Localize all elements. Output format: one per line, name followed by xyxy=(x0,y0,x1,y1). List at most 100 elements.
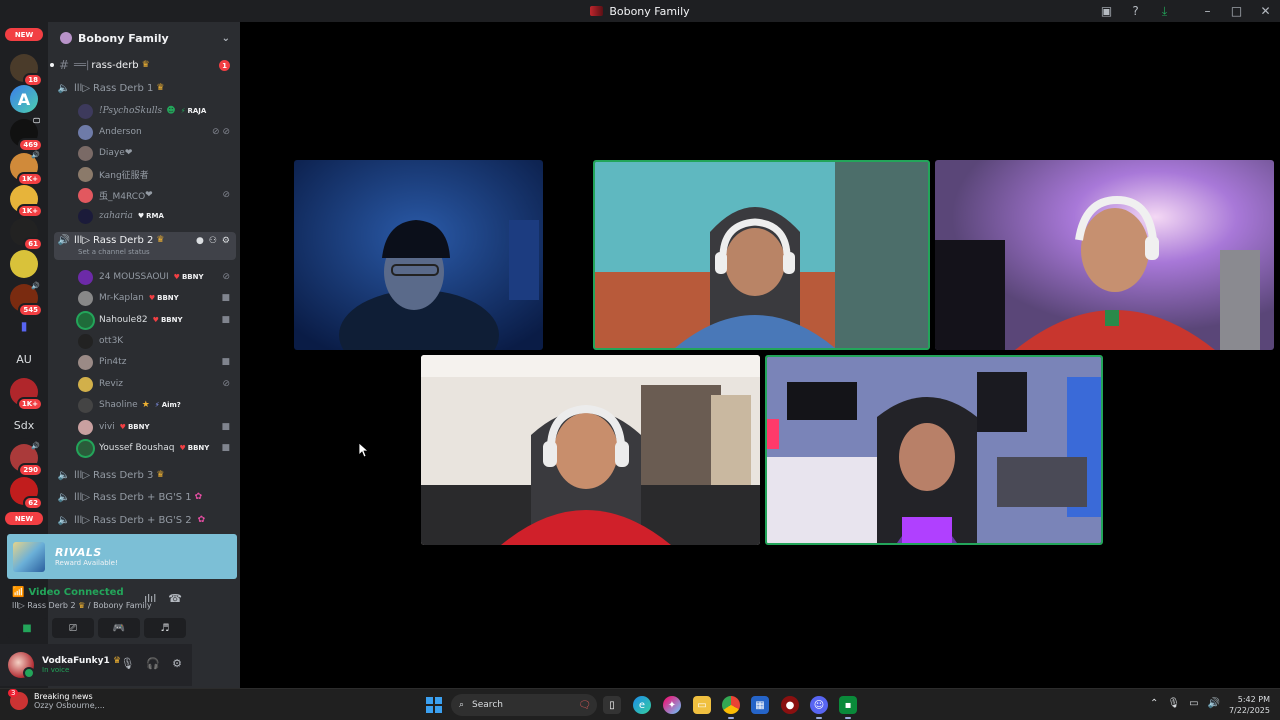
server-icon-13[interactable]: 62 xyxy=(10,477,43,510)
server-icon-12[interactable]: 🔊 290 xyxy=(10,442,43,477)
display-icon[interactable]: ▭ xyxy=(1189,698,1198,709)
voice-user[interactable]: Shaoline ★ ⚡ Aim? xyxy=(78,395,236,415)
server-icon-5[interactable]: 1K+ xyxy=(10,185,43,218)
inbox-icon[interactable]: ▣ xyxy=(1092,0,1121,22)
microphone-icon[interactable]: 🎙 xyxy=(120,657,134,670)
taskbar-search[interactable]: ⌕ Search 🗨 xyxy=(451,694,597,716)
server-icon-sdx[interactable]: Sdx xyxy=(10,411,38,439)
soundboard-button[interactable]: ♬ xyxy=(144,618,186,638)
store-icon[interactable]: ▦ xyxy=(751,696,769,714)
new-pill-top: NEW xyxy=(5,28,43,41)
video-feed xyxy=(294,160,543,350)
avatar xyxy=(78,290,93,306)
voice-user[interactable]: vivi ♥ BBNY ■ xyxy=(78,417,236,437)
file-explorer-icon[interactable]: ▭ xyxy=(693,696,711,714)
voice-user[interactable]: 24 MOUSSAOUI ♥ BBNY ⊘ xyxy=(78,267,236,287)
folder-icon[interactable]: ▮ xyxy=(10,312,38,340)
edge-icon[interactable]: e xyxy=(633,696,651,714)
activity-button[interactable]: 🎮 xyxy=(98,618,140,638)
video-tile[interactable] xyxy=(935,160,1274,350)
channel-status[interactable]: Set a channel status xyxy=(78,248,150,256)
disconnect-icon[interactable]: ☎ xyxy=(168,592,182,605)
microphone-icon[interactable]: 🎙 xyxy=(1167,698,1180,709)
video-feed xyxy=(935,160,1274,350)
voice-user[interactable]: Mr-Kaplan ♥ BBNY ■ xyxy=(78,288,236,308)
voice-user[interactable]: !PsychoSkulls ☻ ⚡ RAJA xyxy=(78,101,236,121)
server-icon-6[interactable]: 61 xyxy=(10,218,43,251)
news-widget[interactable]: 3 Breaking news Ozzy Osbourne,... xyxy=(8,689,105,710)
invite-icon[interactable]: ⚇ xyxy=(209,236,217,246)
video-feed xyxy=(767,357,1101,543)
server-icon-au[interactable]: AU xyxy=(10,345,38,373)
app-icon[interactable]: ● xyxy=(781,696,799,714)
gear-icon[interactable]: ⚙ xyxy=(222,236,230,246)
search-highlight-icon: 🗨 xyxy=(578,699,591,711)
voice-user[interactable]: Youssef Boushaq ♥ BBNY ■ xyxy=(78,438,236,458)
voice-user[interactable]: Diaye ❤ xyxy=(78,143,236,163)
chevron-up-icon[interactable]: ⌃ xyxy=(1150,698,1158,709)
voice-user[interactable]: Reviz ⊘ xyxy=(78,374,236,394)
game-promo-banner[interactable]: RIVALS Reward Available! xyxy=(7,534,237,579)
voice-channel-bgs-1[interactable]: 🔈 lll▷ Rass Derb + BG'S 1 ✿ xyxy=(54,487,236,507)
clock[interactable]: 5:42 PM 7/22/2025 xyxy=(1229,694,1270,716)
server-icon-8[interactable]: 🔊 545 xyxy=(10,282,43,317)
voice-channel-rass-derb-2[interactable]: 🔊 lll▷ Rass Derb 2 ♛ Set a channel statu… xyxy=(54,232,236,260)
server-icon-10[interactable]: 1K+ xyxy=(10,378,43,411)
voice-user[interactable]: Nahoule82 ♥ BBNY ■ xyxy=(78,310,236,330)
server-header[interactable]: Bobony Family ⌄ xyxy=(48,22,240,54)
headphones-icon[interactable]: 🎧 xyxy=(146,657,160,670)
video-feed xyxy=(421,355,760,545)
crown-icon: ♛ xyxy=(156,470,165,480)
voice-channel-rass-derb-1[interactable]: 🔈 lll▷ Rass Derb 1 ♛ xyxy=(54,78,236,98)
user-avatar[interactable] xyxy=(8,652,35,679)
voice-user[interactable]: zaharia ♥ RMA xyxy=(78,206,236,226)
voice-channel-bgs-2[interactable]: 🔈 lll▷ Rass Derb + BG'S 2 ✿ xyxy=(54,510,236,530)
server-icon-7[interactable] xyxy=(10,250,38,278)
server-icon-3[interactable]: 🖵 469 xyxy=(10,117,43,152)
server-icon-4[interactable]: 🔊 1K+ xyxy=(10,151,43,186)
search-icon: ⌕ xyxy=(459,700,465,710)
server-icon-1[interactable]: 18 xyxy=(10,54,43,87)
muted-icon: ⊘ xyxy=(222,272,230,282)
crown-icon: ♛ xyxy=(156,83,165,93)
muted-icon: ⊘ xyxy=(222,379,230,389)
voice-user[interactable]: Kang征服者 xyxy=(78,164,236,184)
video-tile[interactable] xyxy=(421,355,760,545)
voice-channel-rass-derb-3[interactable]: 🔈 lll▷ Rass Derb 3 ♛ xyxy=(54,465,236,485)
crown-icon: ♛ xyxy=(141,60,150,70)
noise-suppression-icon[interactable]: ılıl xyxy=(144,592,156,605)
video-tile[interactable] xyxy=(294,160,543,350)
voice-user[interactable]: ott3K xyxy=(78,331,236,351)
chat-icon[interactable]: ● xyxy=(196,236,204,246)
download-icon[interactable]: ⤓ xyxy=(1150,0,1179,22)
volume-icon[interactable]: 🔊 xyxy=(1208,698,1220,709)
screen-share-button[interactable]: ⎚ xyxy=(52,618,94,638)
camera-button[interactable]: ■ xyxy=(6,618,48,638)
channel-rass-derb[interactable]: # ══| rass-derb ♛ 1 xyxy=(50,55,236,75)
gear-icon[interactable]: ⚙ xyxy=(172,657,182,670)
discord-icon[interactable]: ☺ xyxy=(810,696,828,719)
minimize-button[interactable]: – xyxy=(1193,0,1222,22)
voice-user[interactable]: 䖝_M4RCO ❤ ⊘ xyxy=(78,185,236,205)
flower-icon: ✿ xyxy=(194,492,203,502)
star-icon: ★ xyxy=(141,400,150,410)
voice-user[interactable]: Pin4tz ■ xyxy=(78,352,236,372)
task-view-icon[interactable]: ▯ xyxy=(603,696,621,714)
channel-name: Rass Derb 1 xyxy=(93,82,154,94)
copilot-icon[interactable]: ✦ xyxy=(663,696,681,714)
skull-icon: ☻ xyxy=(166,106,176,116)
start-button[interactable] xyxy=(426,697,442,713)
avatar xyxy=(78,187,93,203)
video-tile-speaking[interactable] xyxy=(765,355,1103,545)
chrome-icon[interactable] xyxy=(722,696,740,719)
video-tile-speaking[interactable] xyxy=(593,160,930,350)
maximize-button[interactable]: □ xyxy=(1222,0,1251,22)
voice-user[interactable]: Anderson ⊘ ⊘ xyxy=(78,122,236,142)
voice-status[interactable]: 📶 Video Connected xyxy=(12,587,124,598)
close-button[interactable]: ✕ xyxy=(1251,0,1280,22)
voice-channel-path[interactable]: lll▷ Rass Derb 2 ♛ / Bobony Family xyxy=(12,601,152,610)
terminal-icon[interactable]: ▪ xyxy=(839,696,857,719)
help-icon[interactable]: ? xyxy=(1121,0,1150,22)
server-icon-a[interactable]: A xyxy=(10,85,38,113)
channel-name: rass-derb xyxy=(91,59,139,71)
